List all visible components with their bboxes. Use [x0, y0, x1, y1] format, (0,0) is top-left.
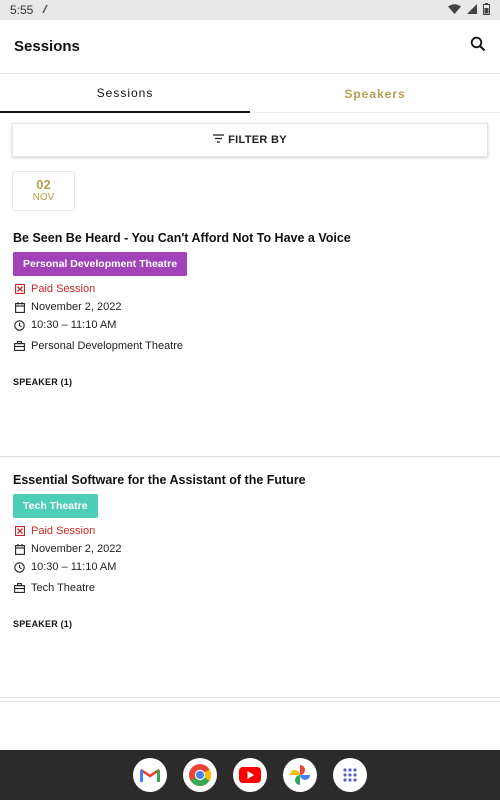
photos-icon[interactable]	[283, 758, 317, 792]
session-title: Be Seen Be Heard - You Can't Afford Not …	[13, 231, 351, 245]
date-selector[interactable]: 02 NOV	[12, 171, 75, 211]
date-row: November 2, 2022	[14, 301, 122, 313]
session-card[interactable]: Be Seen Be Heard - You Can't Afford Not …	[0, 231, 500, 455]
briefcase-icon	[14, 341, 25, 352]
session-location: Personal Development Theatre	[31, 340, 184, 352]
status-time: 5:55	[10, 3, 34, 17]
youtube-icon[interactable]	[233, 758, 267, 792]
time-row: 10:30 – 11:10 AM	[14, 561, 116, 573]
calendar-icon	[14, 543, 25, 555]
session-title: Essential Software for the Assistant of …	[13, 473, 306, 487]
divider	[0, 697, 500, 698]
tab-bar: Sessions Speakers	[0, 75, 500, 113]
session-card[interactable]: Essential Software for the Assistant of …	[0, 473, 500, 697]
signal-icon	[41, 3, 49, 17]
status-bar: 5:55	[0, 0, 500, 20]
session-location: Tech Theatre	[31, 582, 96, 594]
paid-label: Paid Session	[31, 525, 96, 537]
session-date: November 2, 2022	[31, 543, 122, 555]
page-title: Sessions	[14, 38, 80, 55]
wifi-icon	[448, 3, 461, 17]
tab-speakers[interactable]: Speakers	[250, 75, 500, 113]
session-date: November 2, 2022	[31, 301, 122, 313]
divider	[0, 456, 500, 457]
session-time: 10:30 – 11:10 AM	[31, 561, 117, 573]
speaker-count[interactable]: SPEAKER (1)	[13, 377, 72, 387]
session-track-badge: Personal Development Theatre	[13, 252, 188, 276]
app-drawer-icon[interactable]	[333, 758, 367, 792]
clock-icon	[14, 319, 25, 331]
paid-icon	[14, 284, 25, 295]
session-time: 10:30 – 11:10 AM	[31, 319, 117, 331]
date-day: 02	[36, 177, 51, 192]
filter-icon	[213, 134, 225, 146]
search-icon[interactable]	[470, 36, 486, 57]
date-row: November 2, 2022	[14, 543, 122, 555]
system-nav-bar	[0, 750, 500, 800]
cellular-icon	[467, 3, 477, 17]
paid-label: Paid Session	[31, 283, 96, 295]
chrome-icon[interactable]	[183, 758, 217, 792]
tab-sessions[interactable]: Sessions	[0, 75, 250, 113]
gmail-icon[interactable]	[133, 758, 167, 792]
filter-button[interactable]: FILTER BY	[12, 123, 488, 157]
location-row: Tech Theatre	[14, 582, 95, 594]
battery-icon	[483, 2, 490, 18]
session-track-badge: Tech Theatre	[13, 494, 98, 518]
paid-row: Paid Session	[14, 283, 95, 295]
filter-label: FILTER BY	[228, 134, 287, 146]
calendar-icon	[14, 301, 25, 313]
location-row: Personal Development Theatre	[14, 340, 183, 352]
speaker-count[interactable]: SPEAKER (1)	[13, 619, 72, 629]
app-bar: Sessions	[0, 20, 500, 74]
briefcase-icon	[14, 583, 25, 594]
divider	[0, 701, 500, 702]
date-month: NOV	[32, 192, 55, 203]
paid-icon	[14, 526, 25, 537]
clock-icon	[14, 561, 25, 573]
time-row: 10:30 – 11:10 AM	[14, 319, 116, 331]
paid-row: Paid Session	[14, 525, 95, 537]
